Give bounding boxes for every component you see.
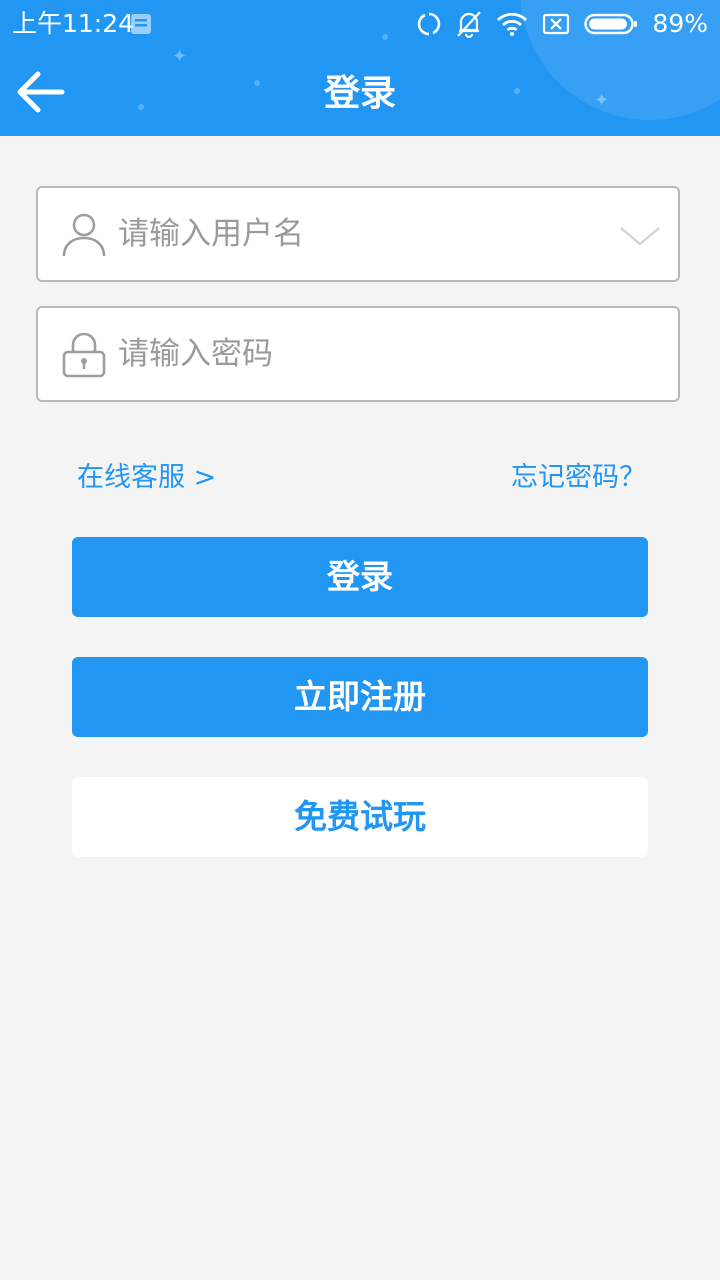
status-bar: 上午11:24 89% xyxy=(0,0,720,48)
username-field-container xyxy=(36,186,680,282)
password-input[interactable] xyxy=(118,326,598,382)
sparkle-icon: ✦ xyxy=(172,46,188,67)
arrow-left-icon xyxy=(17,71,65,113)
notifications-off-icon xyxy=(457,11,482,38)
sync-icon xyxy=(418,12,441,36)
page-title: 登录 xyxy=(323,73,396,114)
battery-icon xyxy=(584,13,638,35)
battery-percentage: 89% xyxy=(652,9,708,38)
chevron-down-icon[interactable] xyxy=(618,216,662,256)
forgot-password-link[interactable]: 忘记密码？ xyxy=(511,460,646,496)
status-time: 上午11:24 xyxy=(12,9,135,38)
register-button[interactable]: 立即注册 xyxy=(72,657,648,737)
decoration-dot xyxy=(138,104,144,110)
free-trial-button[interactable]: 免费试玩 xyxy=(72,777,648,857)
user-icon xyxy=(62,213,106,257)
app-header: ✦ ✦ 上午11:24 89% 登录 xyxy=(0,0,720,136)
online-service-link[interactable]: 在线客服 > xyxy=(77,460,216,496)
sparkle-icon: ✦ xyxy=(594,90,610,111)
lock-icon xyxy=(62,332,106,378)
login-button[interactable]: 登录 xyxy=(72,537,648,617)
sim-card-icon xyxy=(131,14,151,34)
wifi-icon xyxy=(497,12,528,36)
back-button[interactable] xyxy=(10,62,70,122)
username-input[interactable] xyxy=(118,206,598,262)
no-sim-icon xyxy=(543,13,570,35)
status-icons: 89% xyxy=(416,8,708,40)
password-field-container xyxy=(36,306,680,402)
